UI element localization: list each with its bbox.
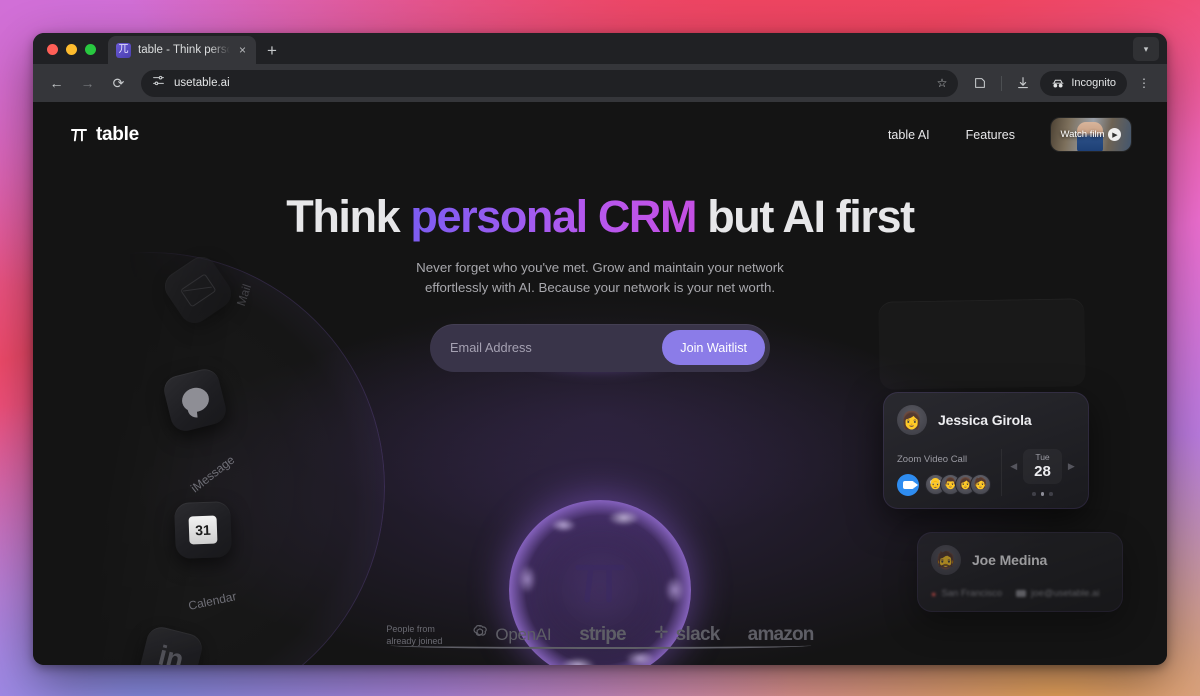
browser-window: 兀 table - Think personal CRM but AI firs…: [33, 33, 1167, 665]
web-page: Mail iMessage 31 Calendar in table table…: [33, 102, 1167, 665]
join-waitlist-button[interactable]: Join Waitlist: [662, 330, 765, 366]
new-tab-button[interactable]: +: [256, 42, 288, 64]
back-button[interactable]: ←: [43, 70, 70, 97]
carousel-dot-active[interactable]: [1040, 492, 1045, 496]
browser-menu-icon[interactable]: ⋮: [1131, 70, 1157, 96]
app-label-calendar: Calendar: [187, 589, 238, 613]
attendee-avatar: 🧑: [970, 474, 991, 496]
contact-location: ● San Francisco: [931, 588, 1002, 599]
tab-title: table - Think personal CRM but AI first: [138, 44, 230, 56]
contact-card-jessica[interactable]: 👩 Jessica Girola Zoom Video Call 👴 👨 👩 🧑: [883, 392, 1089, 509]
window-controls: [43, 44, 108, 64]
social-proof: People from already joined OpenAI stripe: [386, 623, 814, 649]
contact-email: joe@usetable.ai: [1016, 588, 1099, 599]
contact-name: Jessica Girola: [938, 412, 1032, 428]
brand-logo[interactable]: table: [69, 124, 139, 146]
avatar: 👩: [897, 405, 927, 435]
carousel-dot[interactable]: [1032, 492, 1036, 496]
calendar-icon: 31: [174, 501, 232, 559]
contact-name: Joe Medina: [972, 552, 1048, 568]
headline-part-1: Think: [286, 191, 411, 242]
incognito-indicator[interactable]: Incognito: [1040, 70, 1127, 96]
address-bar[interactable]: usetable.ai ☆: [141, 69, 959, 97]
site-header: table table AI Features Watch film ▶: [33, 102, 1167, 151]
contact-card-joe[interactable]: 🧔 Joe Medina ● San Francisco joe@usetabl…: [917, 532, 1123, 612]
bookmark-icon[interactable]: ☆: [937, 76, 948, 90]
tab-strip: 兀 table - Think personal CRM but AI firs…: [33, 33, 1167, 64]
watch-film-button[interactable]: Watch film ▶: [1051, 118, 1131, 151]
maximize-window-button[interactable]: [85, 44, 96, 55]
app-label-imessage: iMessage: [188, 452, 238, 496]
linkedin-icon: in: [137, 624, 205, 665]
headline-highlight: personal CRM: [410, 191, 697, 242]
extensions-icon[interactable]: [967, 70, 993, 96]
browser-tab[interactable]: 兀 table - Think personal CRM but AI firs…: [108, 36, 256, 64]
calendar-day: 31: [188, 515, 218, 545]
downloads-icon[interactable]: [1010, 70, 1036, 96]
next-date-button[interactable]: ▶: [1068, 461, 1075, 472]
date-day-of-week: Tue: [1035, 452, 1050, 462]
imessage-icon: [161, 366, 229, 434]
location-pin-icon: ●: [931, 588, 937, 599]
minimize-window-button[interactable]: [66, 44, 77, 55]
logo-amazon: amazon: [390, 624, 814, 649]
avatar: 🧔: [931, 545, 961, 575]
table-favicon: 兀: [116, 42, 131, 58]
table-logo-mark: [69, 125, 89, 145]
carousel-dots: [1032, 492, 1053, 496]
close-icon[interactable]: ×: [237, 44, 248, 56]
selected-date[interactable]: Tue 28: [1023, 449, 1062, 485]
reload-button[interactable]: ⟳: [105, 70, 132, 97]
attendee-avatars: 👴 👨 👩 🧑: [925, 474, 991, 496]
page-title: Think personal CRM but AI first: [33, 193, 1167, 240]
forward-button[interactable]: →: [74, 70, 101, 97]
headline-part-2: but AI first: [696, 191, 915, 242]
close-window-button[interactable]: [47, 44, 58, 55]
video-call-icon[interactable]: [897, 473, 919, 496]
table-logo-mark: [498, 550, 702, 616]
subtitle-line-2: effortlessly with AI. Because your netwo…: [424, 279, 776, 295]
waitlist-form: Join Waitlist: [430, 323, 770, 384]
watch-film-label: Watch film: [1060, 129, 1105, 140]
hero-subtitle: Never forget who you've met. Grow and ma…: [404, 258, 796, 297]
tune-icon[interactable]: [152, 74, 165, 92]
url-text[interactable]: usetable.ai: [174, 77, 928, 89]
browser-toolbar: ← → ⟳ usetable.ai ☆ Incognito ⋮: [33, 64, 1167, 102]
hero-section: Think personal CRM but AI first Never fo…: [33, 193, 1167, 384]
email-field[interactable]: [450, 340, 663, 356]
nav-link-table-ai[interactable]: table AI: [888, 128, 930, 142]
chevron-down-icon[interactable]: ▾: [1133, 37, 1159, 61]
event-title: Zoom Video Call: [897, 453, 968, 465]
incognito-icon: [1052, 79, 1064, 87]
amazon-smile-icon: [390, 642, 812, 649]
subtitle-line-1: Never forget who you've met. Grow and ma…: [416, 260, 784, 276]
date-day-number: 28: [1034, 463, 1051, 481]
social-proof-line-1: People from: [386, 623, 435, 634]
brand-name: table: [96, 123, 139, 145]
incognito-label: Incognito: [1071, 77, 1116, 89]
date-picker: ◀ Tue 28 ▶: [1001, 449, 1075, 496]
event-column: Zoom Video Call 👴 👨 👩 🧑: [897, 454, 991, 496]
prev-date-button[interactable]: ◀: [1010, 461, 1017, 472]
envelope-icon: [1016, 590, 1027, 597]
play-icon[interactable]: ▶: [1108, 128, 1122, 141]
carousel-dot[interactable]: [1049, 492, 1053, 496]
site-nav: table AI Features Watch film ▶: [888, 118, 1131, 151]
toolbar-divider: [1001, 75, 1003, 91]
email-text: joe@usetable.ai: [1031, 588, 1100, 599]
location-text: San Francisco: [941, 588, 1003, 599]
nav-link-features[interactable]: Features: [966, 128, 1015, 142]
